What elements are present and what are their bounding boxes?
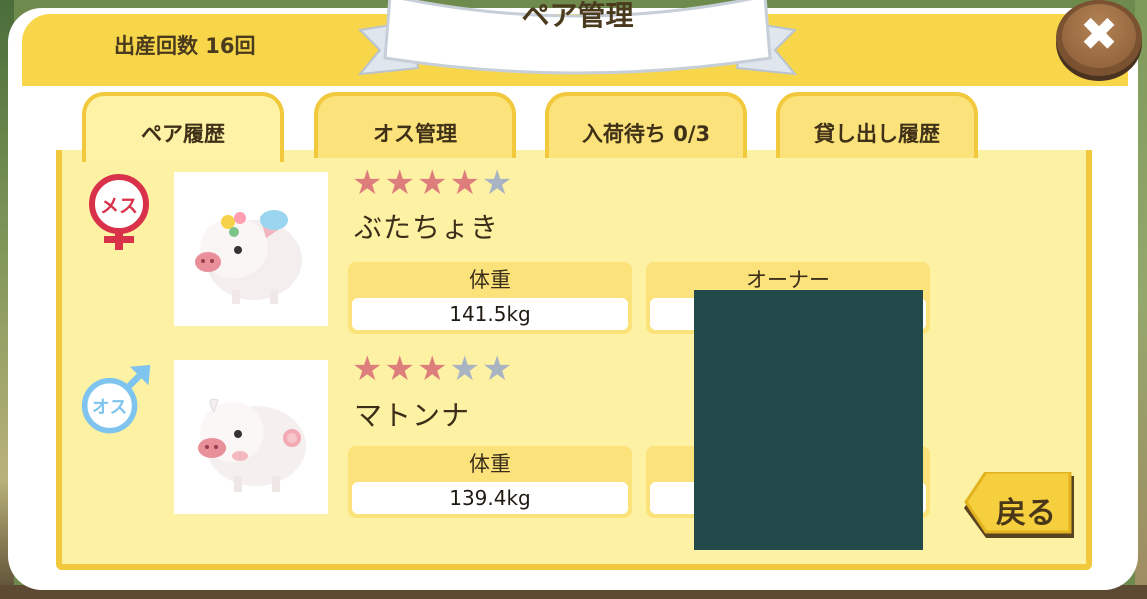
pig-illustration (195, 210, 302, 304)
tab-label: ペア履歴 (141, 122, 225, 146)
back-button-label: 戻る (996, 496, 1056, 531)
tab-label: 貸し出し履歴 (814, 122, 940, 146)
female-weight-box: 体重 141.5kg (348, 262, 632, 334)
back-button[interactable]: 戻る (962, 470, 1078, 548)
tab-pair-history[interactable]: ペア履歴 (82, 92, 284, 162)
star-filled: ★★★★ (352, 163, 482, 203)
tab-label: オス管理 (373, 122, 457, 146)
weight-value: 139.4kg (352, 482, 628, 514)
male-symbol-text: オス (92, 398, 127, 418)
female-symbol-icon: メス (89, 174, 149, 250)
page-title: ペア管理 (521, 0, 634, 32)
tab-label: 入荷待ち 0/3 (581, 122, 711, 146)
star-empty: ★★ (449, 349, 515, 389)
tab-lending-history[interactable]: 貸し出し履歴 (776, 92, 978, 158)
weight-value: 141.5kg (352, 298, 628, 330)
male-weight-box: 体重 139.4kg (348, 446, 632, 518)
redacted-area (694, 290, 923, 550)
star-empty: ★ (481, 163, 515, 203)
male-symbol-icon: オス (81, 364, 151, 434)
tab-male-management[interactable]: オス管理 (314, 92, 516, 158)
male-pig-name: マトンナ (354, 399, 471, 432)
close-button[interactable]: ✖ (1056, 0, 1142, 76)
male-star-rating: ★★★★★ (352, 352, 514, 386)
pig-illustration (198, 398, 306, 492)
female-pig-name: ぶたちょき (354, 211, 500, 244)
weight-label: 体重 (469, 452, 511, 476)
female-symbol-text: メス (100, 195, 138, 217)
weight-label: 体重 (469, 268, 511, 292)
female-star-rating: ★★★★★ (352, 166, 514, 200)
star-filled: ★★★ (352, 349, 450, 389)
tab-awaiting-arrival[interactable]: 入荷待ち 0/3 (545, 92, 747, 158)
birth-count: 出産回数 16回 (114, 34, 256, 58)
female-pig-image[interactable] (174, 172, 328, 326)
male-pig-image[interactable] (174, 360, 328, 514)
close-icon: ✖ (1079, 7, 1119, 61)
